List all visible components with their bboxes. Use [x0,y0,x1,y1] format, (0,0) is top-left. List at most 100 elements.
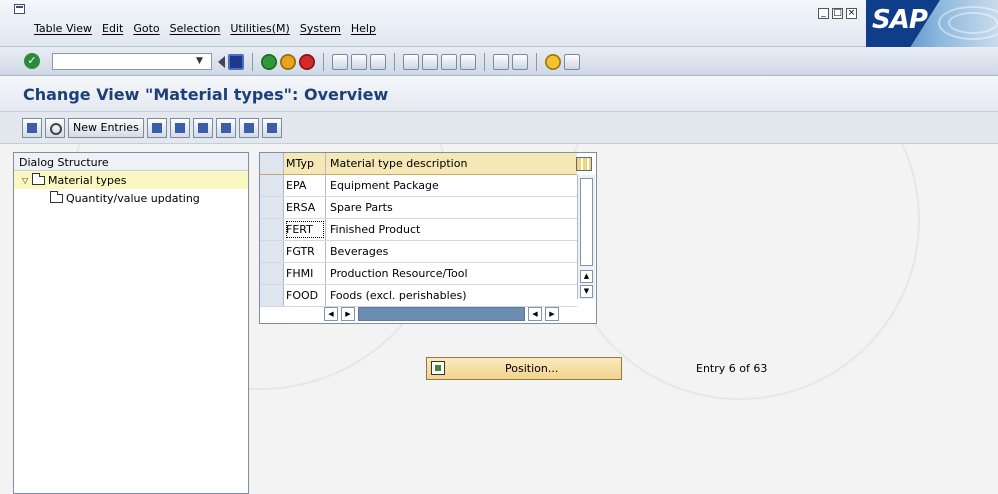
command-field[interactable] [52,53,212,70]
table-row[interactable]: FERT Finished Product [260,219,577,241]
cell-description[interactable]: Foods (excl. perishables) [326,285,577,306]
horizontal-scroll-thumb[interactable] [358,307,525,321]
shortcut-icon[interactable] [512,54,528,70]
table-header-row: MTyp Material type description [260,153,577,175]
cell-mtyp[interactable]: ERSA [284,197,326,218]
menu-system[interactable]: System [300,22,341,35]
last-page-icon[interactable] [460,54,476,70]
cell-description[interactable]: Spare Parts [326,197,577,218]
menu-edit[interactable]: Edit [102,22,123,35]
back-icon[interactable] [261,54,277,70]
new-session-icon[interactable] [493,54,509,70]
minimize-icon[interactable]: _ [818,8,829,19]
cell-mtyp[interactable]: FOOD [284,285,326,306]
tree-item-label: Material types [48,173,127,187]
toolbar-separator [323,53,324,71]
cancel-icon[interactable] [299,54,315,70]
collapse-icon[interactable] [218,56,225,68]
title-bar: Change View "Material types": Overview [0,76,998,112]
help-icon[interactable] [545,54,561,70]
find-icon[interactable] [351,54,367,70]
row-selector[interactable] [260,241,284,262]
print-icon[interactable] [332,54,348,70]
cell-description[interactable]: Finished Product [326,219,577,240]
display-icon[interactable] [45,118,65,138]
display-change-icon[interactable] [22,118,42,138]
window-controls: _ □ × [818,8,857,19]
vertical-scroll-thumb[interactable] [580,178,593,266]
scroll-left-icon[interactable]: ◀ [324,307,338,321]
dialog-structure-header: Dialog Structure [14,153,248,171]
find-next-icon[interactable] [370,54,386,70]
vertical-scrollbar[interactable]: ▲ ▼ [577,175,595,299]
previous-page-icon[interactable] [422,54,438,70]
cell-description[interactable]: Production Resource/Tool [326,263,577,284]
table-row[interactable]: FOOD Foods (excl. perishables) [260,285,577,307]
position-button[interactable]: Position... [426,357,622,380]
command-dropdown-icon[interactable]: ▼ [196,56,203,66]
scroll-up-icon[interactable]: ▲ [580,270,593,283]
deselect-all-icon[interactable] [261,118,282,138]
horizontal-scrollbar: ◀ ▶ ◀ ▶ [324,307,559,321]
table-row[interactable]: EPA Equipment Package [260,175,577,197]
application-toolbar: New Entries [0,112,998,144]
cell-description[interactable]: Equipment Package [326,175,577,196]
cell-mtyp[interactable]: FGTR [284,241,326,262]
cell-mtyp[interactable]: FHMI [284,263,326,284]
menu-utilities[interactable]: Utilities(M) [230,22,289,35]
cell-mtyp[interactable]: EPA [284,175,326,196]
row-selector[interactable] [260,263,284,284]
tree-item-material-types[interactable]: ▽ Material types [14,171,248,189]
window-menu-icon[interactable] [14,4,25,14]
tree-item-label: Quantity/value updating [66,191,200,205]
menu-table-view[interactable]: Table View [34,22,92,35]
cell-description[interactable]: Beverages [326,241,577,262]
menu-help[interactable]: Help [351,22,376,35]
position-icon [431,361,445,375]
column-header-mtyp[interactable]: MTyp [284,153,326,174]
save-icon[interactable] [228,54,244,70]
table-row[interactable]: FHMI Production Resource/Tool [260,263,577,285]
table-settings-icon[interactable] [576,157,592,171]
table-row[interactable]: FGTR Beverages [260,241,577,263]
maximize-icon[interactable]: □ [832,8,843,19]
copy-icon[interactable] [146,118,167,138]
table-grid: MTyp Material type description EPA Equip… [260,153,577,307]
next-page-icon[interactable] [441,54,457,70]
row-selector[interactable] [260,197,284,218]
scroll-right-icon[interactable]: ▶ [545,307,559,321]
toolbar-separator [394,53,395,71]
scroll-down-icon[interactable]: ▼ [580,285,593,298]
menu: Table View Edit Goto Selection Utilities… [34,22,376,35]
menu-selection[interactable]: Selection [170,22,221,35]
toolbar-separator [252,53,253,71]
expanded-triangle-icon[interactable]: ▽ [22,176,32,185]
row-selector[interactable] [260,285,284,306]
toolbar-separator [536,53,537,71]
row-selector[interactable] [260,175,284,196]
menu-bar: Table View Edit Goto Selection Utilities… [0,0,998,47]
select-all-icon[interactable] [215,118,236,138]
scroll-left-icon[interactable]: ◀ [528,307,542,321]
scroll-right-icon[interactable]: ▶ [341,307,355,321]
undo-change-icon[interactable] [192,118,213,138]
column-header-description[interactable]: Material type description [326,153,577,174]
new-entries-button[interactable]: New Entries [68,118,144,138]
table-row[interactable]: ERSA Spare Parts [260,197,577,219]
first-page-icon[interactable] [403,54,419,70]
select-block-icon[interactable] [238,118,259,138]
entry-counter: Entry 6 of 63 [696,362,768,375]
layout-menu-icon[interactable] [564,54,580,70]
close-icon[interactable]: × [846,8,857,19]
select-all-rows-cell[interactable] [260,153,284,174]
sap-logo: SAP [866,0,998,47]
menu-goto[interactable]: Goto [133,22,159,35]
cell-mtyp[interactable]: FERT [284,219,326,240]
command-input[interactable] [53,54,211,69]
tree-item-quantity-value-updating[interactable]: Quantity/value updating [14,189,248,207]
page-title: Change View "Material types": Overview [23,85,389,104]
delete-icon[interactable] [169,118,190,138]
exit-icon[interactable] [280,54,296,70]
row-selector[interactable] [260,219,284,240]
enter-check-icon[interactable]: ✓ [24,53,40,69]
